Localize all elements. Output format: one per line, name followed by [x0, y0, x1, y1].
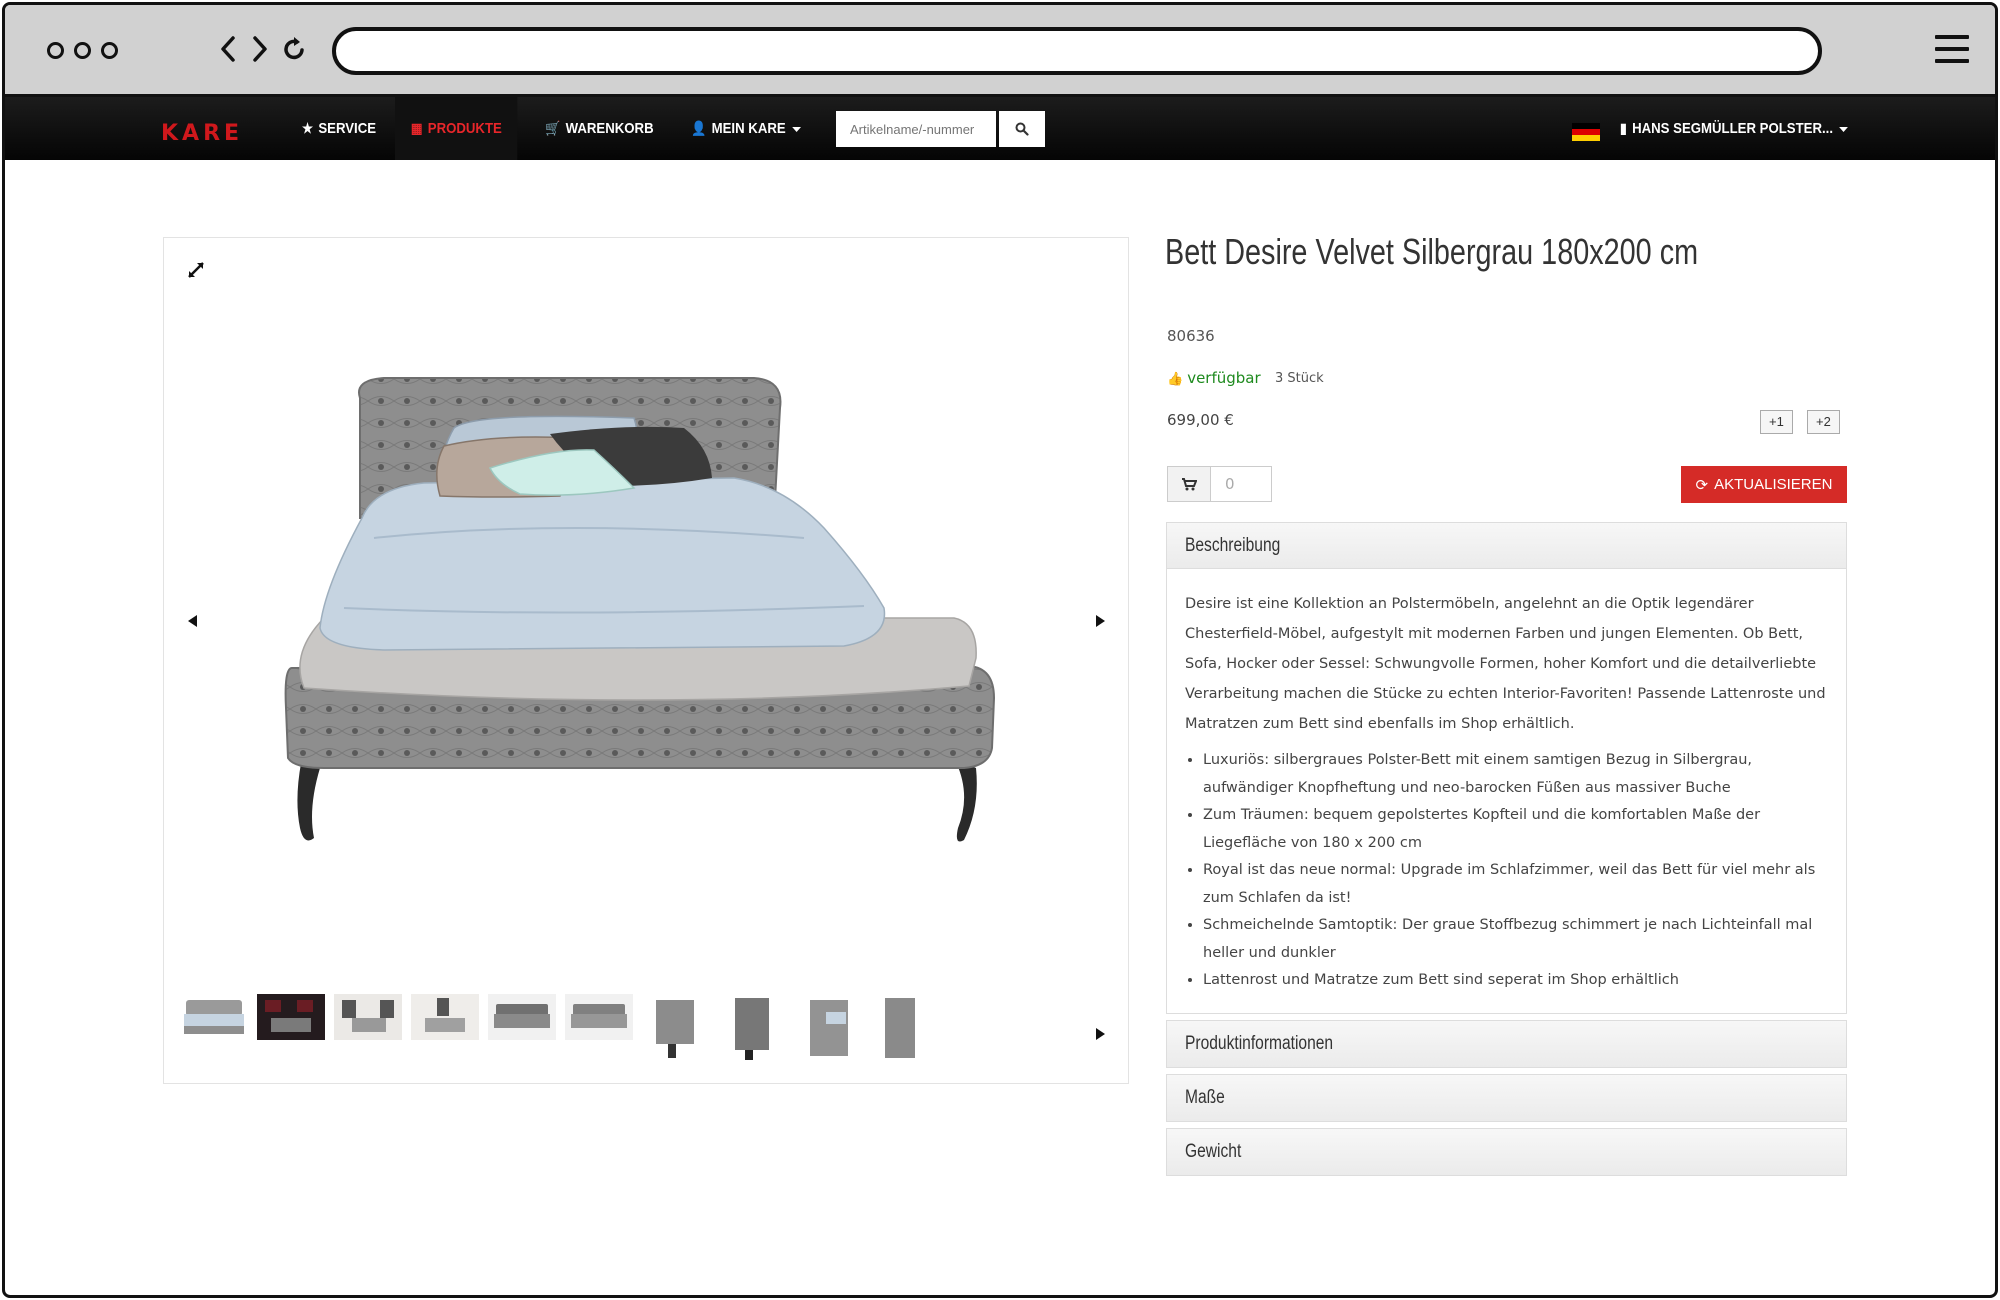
list-item: Schmeichelnde Samtoptik: Der graue Stoff…	[1203, 912, 1828, 967]
thumbs-up-icon: 👍	[1167, 372, 1184, 387]
cart-icon	[1182, 478, 1197, 491]
kare-logo[interactable]: KARE	[161, 121, 243, 146]
forward-icon[interactable]	[251, 35, 269, 63]
panel-beschreibung-header[interactable]: Beschreibung	[1167, 523, 1846, 569]
thumbnail-strip	[180, 994, 1120, 1078]
list-item: Lattenrost und Matratze zum Bett sind se…	[1203, 967, 1828, 995]
thumbnail[interactable]	[806, 994, 852, 1062]
panel-masse[interactable]: Maße	[1166, 1074, 1847, 1122]
user-icon: 👤	[691, 120, 707, 136]
panel-produktinformationen-header[interactable]: Produktinformationen	[1167, 1021, 1846, 1067]
nav-warenkorb-label: WARENKORB	[565, 120, 654, 137]
back-icon[interactable]	[219, 35, 237, 63]
product-image	[284, 377, 996, 842]
panel-produktinformationen-title: Produktinformationen	[1185, 1033, 1334, 1054]
window-controls	[47, 42, 118, 59]
panel-beschreibung-body: Desire ist eine Kollektion an Polstermöb…	[1167, 569, 1846, 1013]
product-gallery	[163, 237, 1129, 1084]
product-title: Bett Desire Velvet Silbergrau 180x200 cm	[1165, 231, 1699, 272]
update-button-label: AKTUALISIEREN	[1714, 476, 1833, 493]
german-flag-icon[interactable]	[1572, 123, 1600, 141]
window-dot-icon[interactable]	[101, 42, 118, 59]
panel-produktinformationen[interactable]: Produktinformationen	[1166, 1020, 1847, 1068]
star-icon: ★	[302, 120, 314, 136]
panel-masse-title: Maße	[1185, 1087, 1225, 1108]
reload-icon[interactable]	[283, 35, 307, 63]
thumbnail[interactable]	[883, 994, 919, 1062]
gallery-prev-icon[interactable]	[188, 615, 197, 627]
site-header: KARE ★ SERVICE ▦ PRODUKTE 🛒 WARENKORB 👤 MEIN…	[5, 97, 1995, 160]
qty-cart-addon	[1167, 466, 1211, 502]
account-dropdown[interactable]: ▮ HANS SEGMÜLLER POLSTER...	[1620, 97, 1848, 160]
nav-warenkorb[interactable]: 🛒 WARENKORB	[545, 97, 654, 160]
plus-one-button[interactable]: +1	[1760, 410, 1793, 434]
browser-window: KARE ★ SERVICE ▦ PRODUKTE 🛒 WARENKORB 👤 MEIN…	[2, 2, 1998, 1298]
panel-gewicht-title: Gewicht	[1185, 1141, 1242, 1162]
account-label: HANS SEGMÜLLER POLSTER...	[1632, 120, 1834, 137]
list-item: Royal ist das neue normal: Upgrade im Sc…	[1203, 857, 1828, 912]
nav-service[interactable]: ★ SERVICE	[302, 97, 376, 160]
caret-down-icon	[791, 126, 801, 132]
browser-toolbar	[5, 5, 1995, 97]
thumbnail[interactable]	[257, 994, 325, 1040]
stock-count: 3 Stück	[1275, 371, 1324, 386]
caret-down-icon	[1839, 126, 1848, 132]
thumbnails-next-icon[interactable]	[1096, 1028, 1105, 1040]
plus-two-button[interactable]: +2	[1807, 410, 1840, 434]
building-icon: ▮	[1620, 120, 1627, 136]
panel-beschreibung-title: Beschreibung	[1185, 535, 1281, 556]
browser-nav-buttons	[219, 35, 307, 63]
search-button[interactable]	[999, 111, 1045, 147]
gallery-next-icon[interactable]	[1096, 615, 1105, 627]
thumbnail[interactable]	[411, 994, 479, 1040]
description-text: Desire ist eine Kollektion an Polstermöb…	[1185, 596, 1826, 732]
refresh-icon: ⟳	[1695, 476, 1709, 494]
list-item: Zum Träumen: bequem gepolstertes Kopftei…	[1203, 802, 1828, 857]
panel-gewicht[interactable]: Gewicht	[1166, 1128, 1847, 1176]
cart-icon: 🛒	[545, 120, 561, 136]
feature-list: Luxuriös: silbergraues Polster-Bett mit …	[1185, 747, 1828, 995]
panel-masse-header[interactable]: Maße	[1167, 1075, 1846, 1121]
menu-icon[interactable]	[1935, 35, 1969, 65]
search-input[interactable]	[836, 111, 996, 147]
window-dot-icon[interactable]	[74, 42, 91, 59]
list-item: Luxuriös: silbergraues Polster-Bett mit …	[1203, 747, 1828, 802]
availability-label: verfügbar	[1187, 369, 1261, 387]
thumbnail[interactable]	[652, 994, 698, 1062]
product-sku: 80636	[1167, 327, 1215, 345]
nav-mein-kare-label: MEIN KARE	[711, 120, 786, 137]
window-dot-icon[interactable]	[47, 42, 64, 59]
quantity-input[interactable]: 0	[1210, 466, 1272, 502]
nav-produkte[interactable]: ▦ PRODUKTE	[395, 97, 518, 160]
update-button[interactable]: ⟳ AKTUALISIEREN	[1681, 466, 1847, 503]
nav-service-label: SERVICE	[318, 120, 377, 137]
nav-mein-kare[interactable]: 👤 MEIN KARE	[691, 97, 801, 160]
panel-beschreibung: Beschreibung Desire ist eine Kollektion …	[1166, 522, 1847, 1014]
thumbnail[interactable]	[565, 994, 633, 1040]
thumbnail[interactable]	[729, 994, 775, 1062]
expand-icon[interactable]	[186, 260, 206, 280]
availability-status: 👍 verfügbar	[1167, 369, 1261, 387]
panel-gewicht-header[interactable]: Gewicht	[1167, 1129, 1846, 1175]
product-price: 699,00 €	[1167, 411, 1234, 429]
address-bar[interactable]	[332, 27, 1822, 75]
thumbnail[interactable]	[488, 994, 556, 1040]
grid-icon: ▦	[410, 120, 423, 136]
thumbnail[interactable]	[180, 994, 248, 1044]
thumbnail[interactable]	[334, 994, 402, 1040]
search-icon	[1015, 122, 1029, 136]
nav-produkte-label: PRODUKTE	[427, 120, 502, 137]
